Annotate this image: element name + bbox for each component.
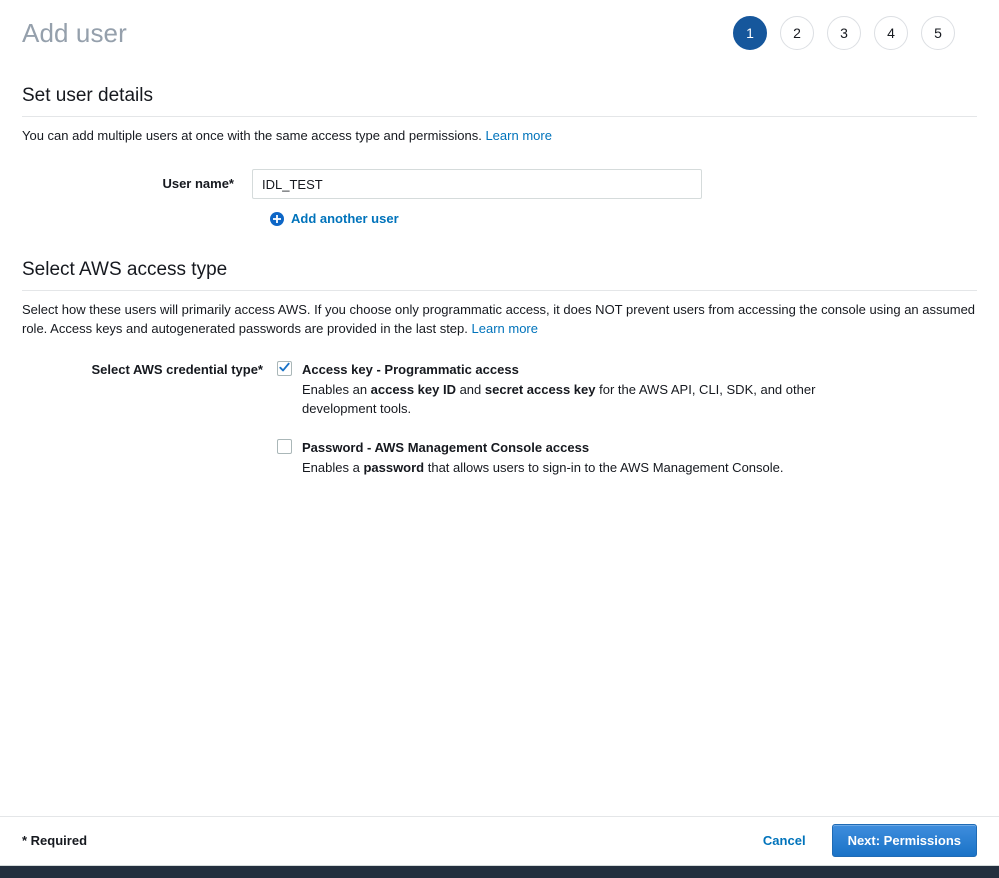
wizard-step-2-label: 2 (793, 25, 801, 41)
access-key-desc-2: and (455, 382, 485, 397)
section-divider-2 (22, 290, 977, 291)
add-another-user-button[interactable]: Add another user (270, 211, 977, 226)
password-checkbox[interactable] (277, 439, 292, 454)
access-key-description: Enables an access key ID and secret acce… (302, 380, 847, 418)
credential-option-password: Password - AWS Management Console access… (277, 438, 977, 477)
access-type-heading: Select AWS access type (22, 259, 228, 280)
plus-circle-icon (270, 211, 284, 226)
username-form-row: User name* (22, 169, 977, 199)
wizard-step-5-label: 5 (934, 25, 942, 41)
access-type-description: Select how these users will primarily ac… (22, 300, 977, 338)
user-details-description: You can add multiple users at once with … (22, 126, 977, 145)
wizard-step-3-label: 3 (840, 25, 848, 41)
access-key-desc-bold-1: access key ID (370, 382, 456, 397)
access-key-desc-bold-2: secret access key (484, 382, 596, 397)
access-key-title: Access key - Programmatic access (302, 362, 519, 377)
wizard-footer: * Required Cancel Next: Permissions (0, 816, 999, 864)
password-description: Enables a password that allows users to … (302, 458, 784, 477)
bottom-bar (0, 865, 999, 878)
cancel-button[interactable]: Cancel (763, 833, 806, 848)
page-header: Add user 1 2 3 4 5 (0, 0, 999, 52)
wizard-step-indicator: 1 2 3 4 5 (733, 16, 977, 50)
user-details-learn-more-link[interactable]: Learn more (485, 128, 551, 143)
access-key-desc-1: Enables an (302, 382, 371, 397)
main-content: Set user details You can add multiple us… (0, 84, 999, 477)
password-title: Password - AWS Management Console access (302, 440, 590, 455)
password-desc-2: that allows users to sign-in to the AWS … (424, 460, 784, 475)
wizard-step-2[interactable]: 2 (780, 16, 814, 50)
username-input[interactable] (252, 169, 702, 199)
username-label: User name* (162, 176, 234, 191)
wizard-step-1-label: 1 (746, 25, 754, 41)
footer-actions: Cancel Next: Permissions (763, 824, 977, 857)
access-key-text-block: Access key - Programmatic access Enables… (302, 360, 847, 418)
checkmark-icon (279, 362, 290, 372)
page-title: Add user (22, 18, 127, 48)
add-another-user-label: Add another user (291, 211, 399, 226)
credential-option-access-key: Access key - Programmatic access Enables… (277, 360, 977, 418)
credential-type-options: Access key - Programmatic access Enables… (277, 360, 977, 477)
user-details-heading: Set user details (22, 85, 153, 106)
wizard-step-3[interactable]: 3 (827, 16, 861, 50)
user-details-description-text: You can add multiple users at once with … (22, 128, 482, 143)
password-desc-bold-1: password (363, 460, 425, 475)
section-divider (22, 116, 977, 117)
credential-type-row: Select AWS credential type* Access key -… (22, 360, 977, 477)
required-note: * Required (22, 833, 88, 848)
credential-type-label: Select AWS credential type* (91, 362, 263, 377)
password-text-block: Password - AWS Management Console access… (302, 438, 784, 477)
next-permissions-button[interactable]: Next: Permissions (831, 824, 977, 857)
access-type-learn-more-link[interactable]: Learn more (472, 321, 538, 336)
wizard-step-5[interactable]: 5 (921, 16, 955, 50)
access-key-checkbox[interactable] (277, 361, 292, 376)
wizard-step-4[interactable]: 4 (874, 16, 908, 50)
wizard-step-1[interactable]: 1 (733, 16, 767, 50)
password-desc-1: Enables a (302, 460, 364, 475)
wizard-step-4-label: 4 (887, 25, 895, 41)
